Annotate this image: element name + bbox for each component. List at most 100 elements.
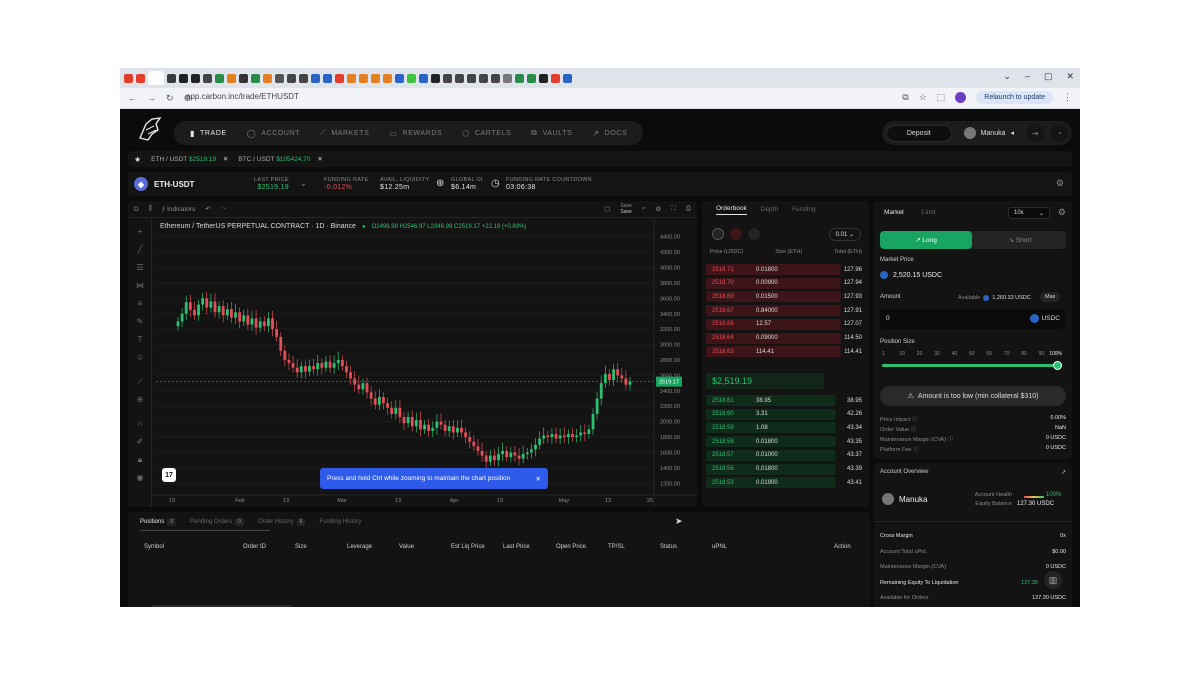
close-icon[interactable]: ✕ [223, 156, 228, 163]
nav-item-rewards[interactable]: ▭ REWARDS [379, 121, 452, 145]
close-icon[interactable]: ✕ [1066, 71, 1074, 82]
view-bids-icon[interactable] [748, 228, 760, 240]
browser-tab-favicon-icon[interactable] [299, 73, 308, 83]
favorite-btc-usdt[interactable]: BTC / USDT $105424.70 ✕ [238, 155, 322, 163]
bid-row[interactable]: 2518.61 38.95 38.95 [706, 395, 864, 406]
layout-icon[interactable]: ▢ [604, 205, 610, 213]
browser-tab-favicon-icon[interactable] [179, 73, 188, 83]
browser-tab-favicon-icon[interactable] [515, 73, 524, 83]
url-field[interactable]: app.carbon.inc/trade/ETHUSDT [186, 92, 299, 101]
position-size-slider[interactable] [882, 361, 1062, 370]
ruler-icon[interactable]: ⟋ [135, 377, 145, 387]
browser-tab-favicon-icon[interactable] [215, 73, 224, 83]
market-selector[interactable]: ◆ ETH-USDT [134, 177, 194, 191]
nav-item-cartels[interactable]: ⬡ CARTELS [452, 121, 521, 145]
lock-icon[interactable]: 🔒︎ [135, 455, 145, 465]
emoji-icon[interactable]: ☺ [135, 353, 145, 363]
camera-icon[interactable]: ⎙ [686, 205, 691, 213]
browser-tab-favicon-icon[interactable] [539, 73, 548, 83]
nav-item-trade[interactable]: ▮ TRADE [180, 121, 237, 145]
extensions-icon[interactable]: ⬚ [937, 92, 946, 103]
close-icon[interactable]: ✕ [536, 475, 541, 483]
book-icon[interactable]: ▥ [1044, 571, 1062, 589]
browser-tab-favicon-icon[interactable] [323, 73, 332, 83]
bell-icon[interactable]: ◔ [1050, 124, 1068, 142]
ask-row[interactable]: 2518.70 0.00900 127.94 [706, 277, 864, 289]
browser-tab-favicon-icon[interactable] [527, 73, 536, 83]
browser-tab-favicon-icon[interactable] [227, 73, 236, 83]
browser-tab-favicon-icon[interactable] [491, 73, 500, 83]
crosshair-icon[interactable]: + [135, 227, 145, 237]
bid-row[interactable]: 2518.59 1.08 43.34 [706, 422, 864, 434]
tab-limit[interactable]: Limit [922, 209, 936, 216]
browser-tab-favicon-icon[interactable] [287, 73, 296, 83]
nav-item-account[interactable]: ◯ ACCOUNT [237, 121, 310, 145]
browser-tab-favicon-icon[interactable] [311, 73, 320, 83]
browser-tab-favicon-icon[interactable] [419, 73, 428, 83]
horizontal-lines-icon[interactable]: ☰ [135, 263, 145, 273]
nav-item-markets[interactable]: ⟋ MARKETS [310, 121, 379, 145]
tab-funding-history[interactable]: Funding History [319, 519, 361, 525]
browser-tab-favicon-icon[interactable] [431, 73, 440, 83]
trend-line-icon[interactable]: ╱ [135, 245, 145, 255]
nav-item-docs[interactable]: ↗ DOCS [582, 121, 637, 145]
carbon-logo-icon[interactable] [136, 116, 164, 142]
browser-tab-favicon-icon[interactable] [275, 73, 284, 83]
interval-selector[interactable]: D [134, 206, 139, 213]
ask-row[interactable]: 2518.64 0.09000 114.50 [706, 332, 864, 344]
tab-pending-orders[interactable]: Pending Orders 0 [190, 518, 244, 526]
slider-handle[interactable] [1053, 361, 1062, 370]
favorite-eth-usdt[interactable]: ETH / USDT $2519.19 ✕ [151, 155, 228, 163]
browser-tab-favicon-icon[interactable] [124, 73, 133, 83]
info-icon[interactable]: ⓘ [912, 417, 918, 423]
browser-tab-favicon-icon[interactable] [359, 73, 368, 83]
eye-icon[interactable]: ◉ [135, 473, 145, 483]
browser-tab-favicon-icon[interactable] [503, 73, 512, 83]
user-menu[interactable]: Manuka ◂ [958, 127, 1020, 139]
ask-row[interactable]: 2518.71 0.01800 127.96 [706, 264, 864, 275]
amount-input[interactable]: 0 USDC [880, 309, 1066, 329]
browser-tab-favicon-icon[interactable] [407, 73, 416, 83]
install-icon[interactable]: ⧉ [902, 92, 908, 103]
text-tool-icon[interactable]: T [135, 335, 145, 345]
view-asks-icon[interactable] [730, 228, 742, 240]
fib-icon[interactable]: ≡ [135, 299, 145, 309]
brush-icon[interactable]: ✎ [135, 317, 145, 327]
tab-order-history[interactable]: Order History 6 [258, 518, 306, 526]
ask-row[interactable]: 2518.66 12.57 127.07 [706, 318, 864, 330]
tab-funding[interactable]: Funding [792, 206, 816, 213]
browser-tab-favicon-icon[interactable] [395, 73, 404, 83]
browser-tab-favicon-icon[interactable] [335, 73, 344, 83]
submit-order-button[interactable]: ⚠ Amount is too low (min collateral $310… [880, 386, 1066, 406]
undo-icon[interactable]: ↶ [205, 205, 210, 213]
tab-positions[interactable]: Positions 0 [140, 518, 177, 526]
settings-gear-icon[interactable]: ⚙ [1056, 178, 1064, 189]
menu-kebab-icon[interactable]: ⋮ [1063, 92, 1072, 103]
nav-item-vaults[interactable]: ⧉ VAULTS [521, 121, 582, 145]
max-button[interactable]: Max [1040, 292, 1061, 302]
browser-tab-favicon-icon[interactable] [551, 73, 560, 83]
forward-icon[interactable]: → [147, 93, 156, 104]
info-icon[interactable]: ⓘ [911, 427, 917, 433]
close-icon[interactable]: ✕ [317, 156, 322, 163]
redo-icon[interactable]: ↷ [221, 205, 226, 213]
browser-tab-favicon-icon[interactable] [191, 73, 200, 83]
chart-settings-icon[interactable]: ⚙ [655, 205, 661, 213]
logout-icon[interactable]: ⇥ [1026, 124, 1044, 142]
ask-row[interactable]: 2518.63 114.41 114.41 [706, 346, 864, 358]
browser-tab-active[interactable] [148, 71, 164, 85]
browser-tab-favicon-icon[interactable] [263, 73, 272, 83]
browser-tab-favicon-icon[interactable] [383, 73, 392, 83]
deposit-button[interactable]: Deposit [885, 124, 952, 142]
search-icon[interactable]: ⌕ [642, 205, 646, 213]
bid-row[interactable]: 2518.58 0.01800 43.35 [706, 436, 864, 448]
browser-tab-favicon-icon[interactable] [443, 73, 452, 83]
pencil-lock-icon[interactable]: ✐ [135, 437, 145, 447]
profile-avatar[interactable] [955, 92, 967, 103]
tick-size-select[interactable]: 0.01 ⌄ [828, 228, 861, 241]
browser-tab-favicon-icon[interactable] [251, 73, 260, 83]
ask-row[interactable]: 2518.67 0.84000 127.91 [706, 305, 864, 317]
bid-row[interactable]: 2518.60 3.31 42.26 [706, 408, 864, 420]
indicators-button[interactable]: ƒ Indicators [162, 206, 196, 213]
browser-tab-favicon-icon[interactable] [371, 73, 380, 83]
